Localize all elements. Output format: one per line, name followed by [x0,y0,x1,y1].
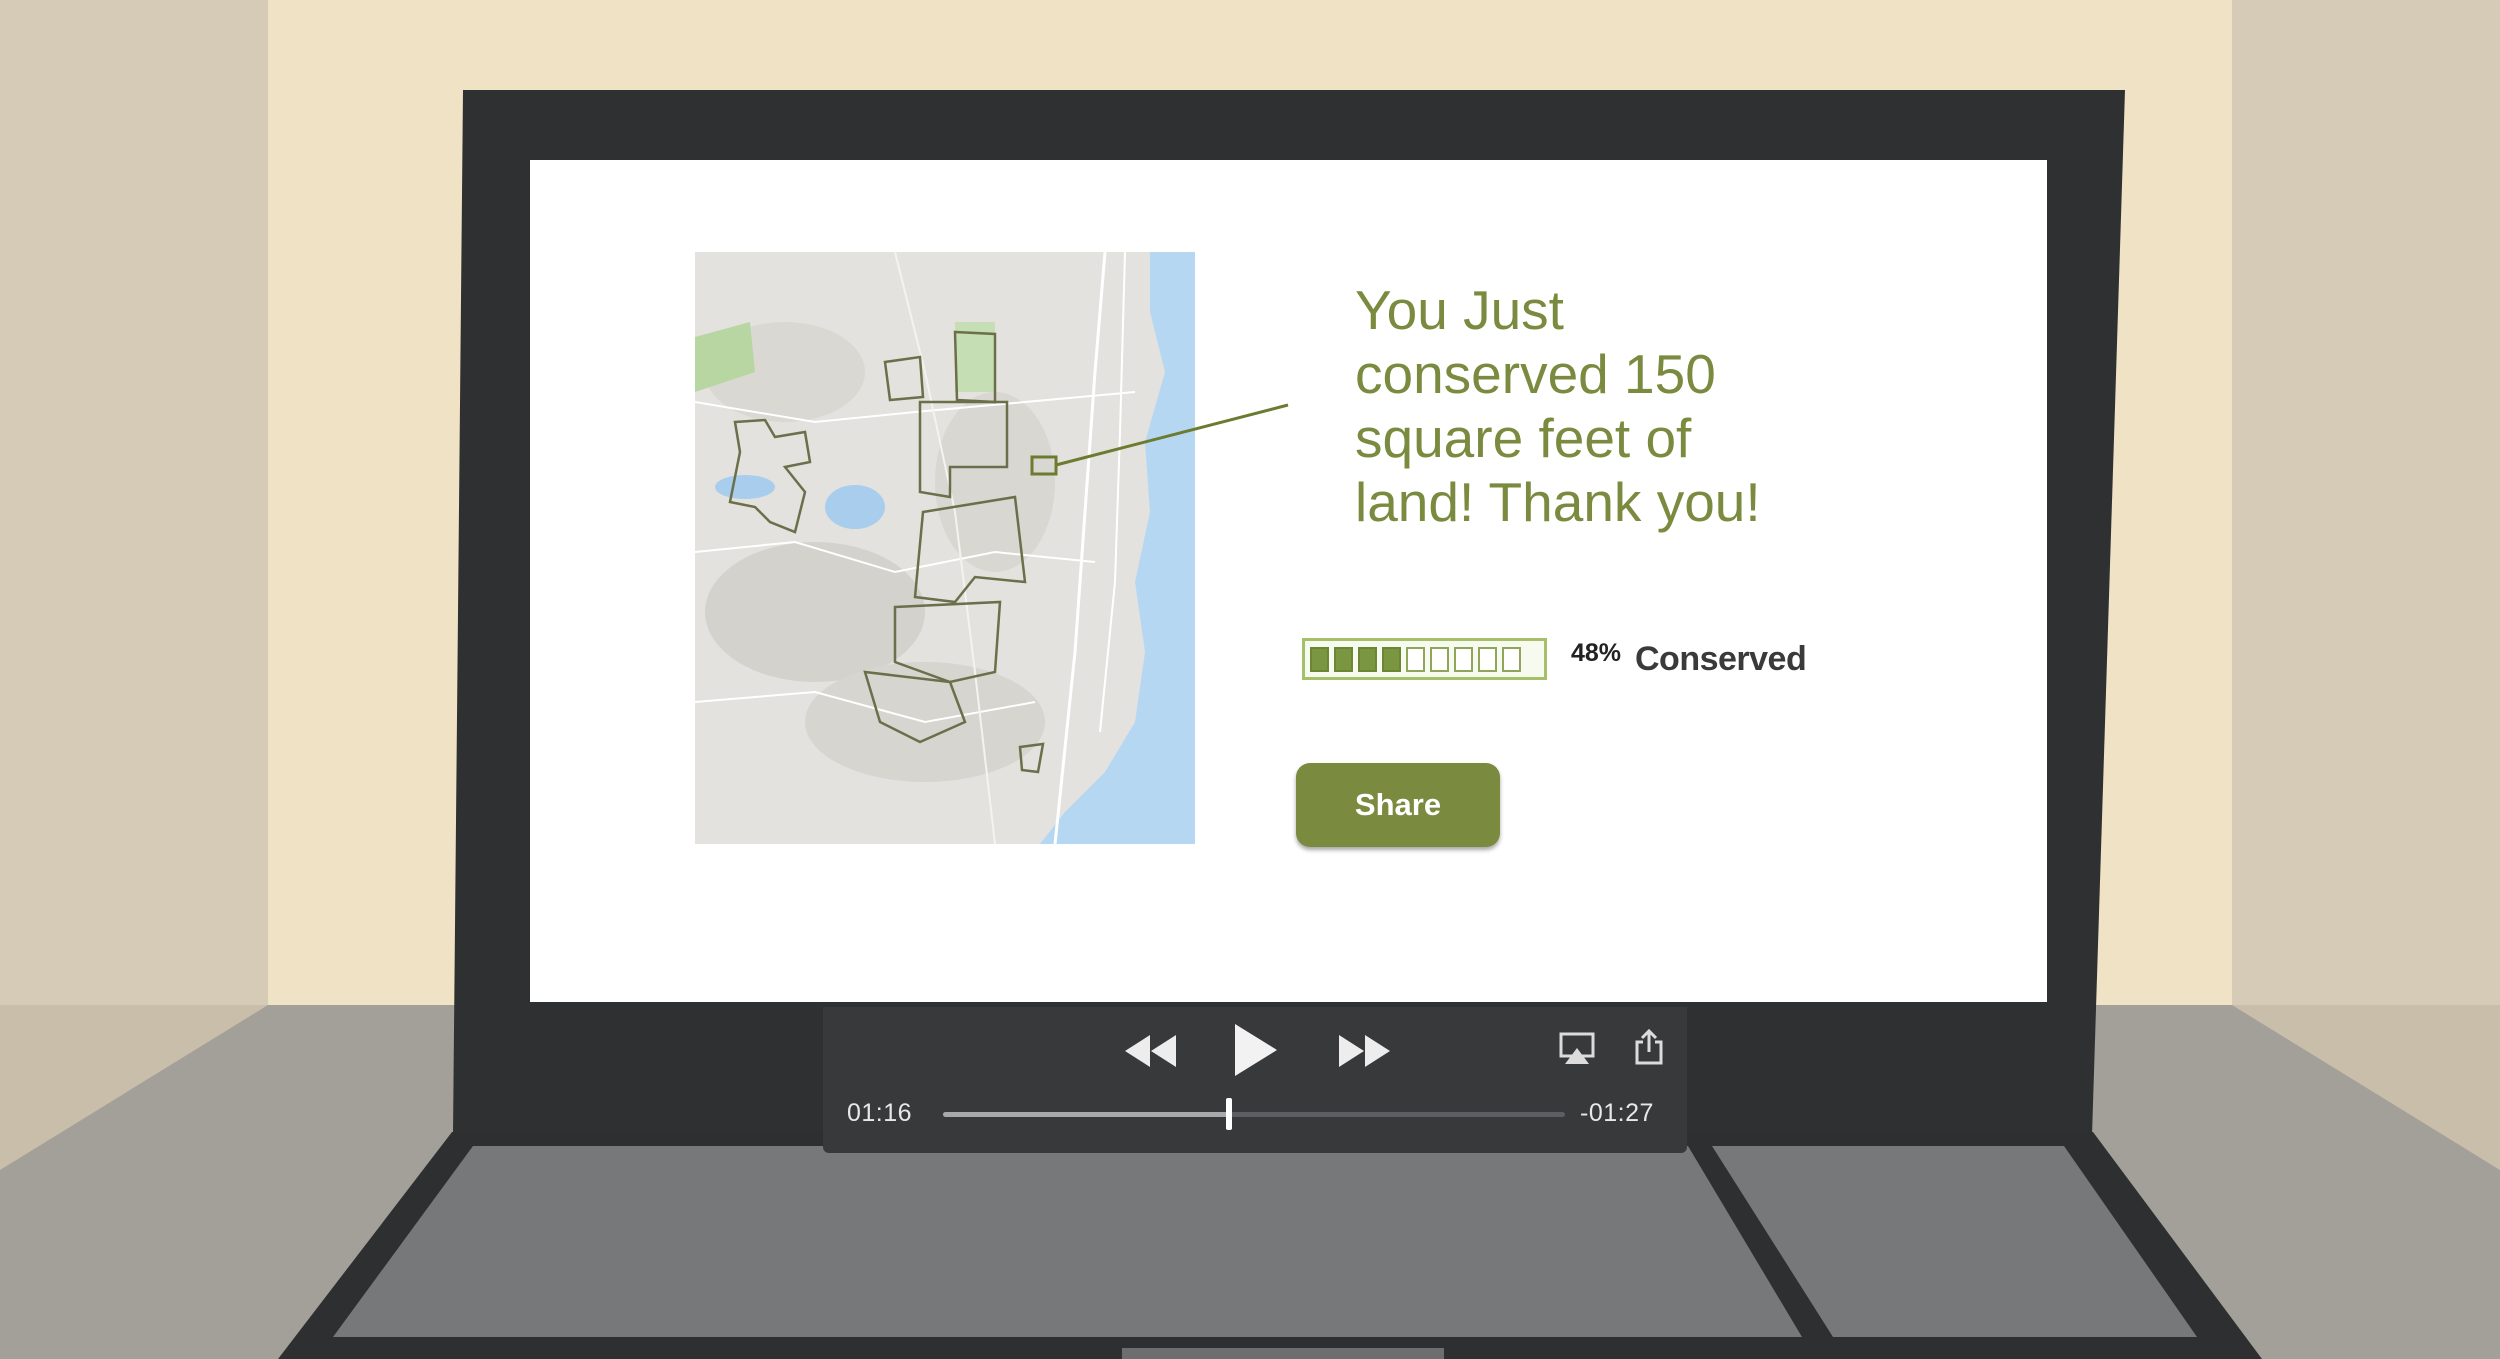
progress-segment-filled [1334,646,1353,672]
seek-bar[interactable] [943,1098,1565,1130]
progress-label: Conserved [1635,640,1807,678]
headline-line: square feet of [1355,407,1692,469]
airplay-icon [1559,1032,1595,1064]
progress-segment-empty [1478,646,1497,672]
headline-line: You Just [1355,279,1564,341]
fast-forward-button[interactable] [1335,1027,1395,1075]
progress-segment-filled [1310,646,1329,672]
conservation-message: You Just conserved 150 square feet of la… [1355,278,1875,534]
progress-segment-empty [1430,646,1449,672]
elapsed-time: 01:16 [847,1099,913,1127]
fast-forward-icon [1339,1035,1390,1067]
airplay-button[interactable] [1555,1027,1599,1071]
rewind-icon [1125,1035,1176,1067]
seek-bar-thumb[interactable] [1226,1098,1233,1130]
progress-segment-empty [1406,646,1425,672]
play-icon [1235,1024,1277,1076]
progress-segment-filled [1382,646,1401,672]
progress-percent: 48% [1571,639,1622,667]
share-video-button[interactable] [1629,1023,1669,1071]
headline-line: conserved 150 [1355,343,1716,405]
rewind-button[interactable] [1120,1027,1180,1075]
seek-bar-progress [943,1112,1230,1117]
presentation-slide: You Just conserved 150 square feet of la… [530,160,2047,1002]
video-player-controls: 01:16 -01:27 [823,1007,1687,1153]
share-button[interactable]: Share [1296,763,1500,847]
remaining-time: -01:27 [1580,1099,1654,1127]
headline-line: land! Thank you! [1355,471,1761,533]
progress-segment-empty [1454,646,1473,672]
progress-segment-empty [1502,646,1521,672]
conservation-progress-bar [1302,638,1547,680]
share-icon [1635,1028,1663,1065]
play-button[interactable] [1228,1021,1282,1079]
progress-segment-filled [1358,646,1377,672]
